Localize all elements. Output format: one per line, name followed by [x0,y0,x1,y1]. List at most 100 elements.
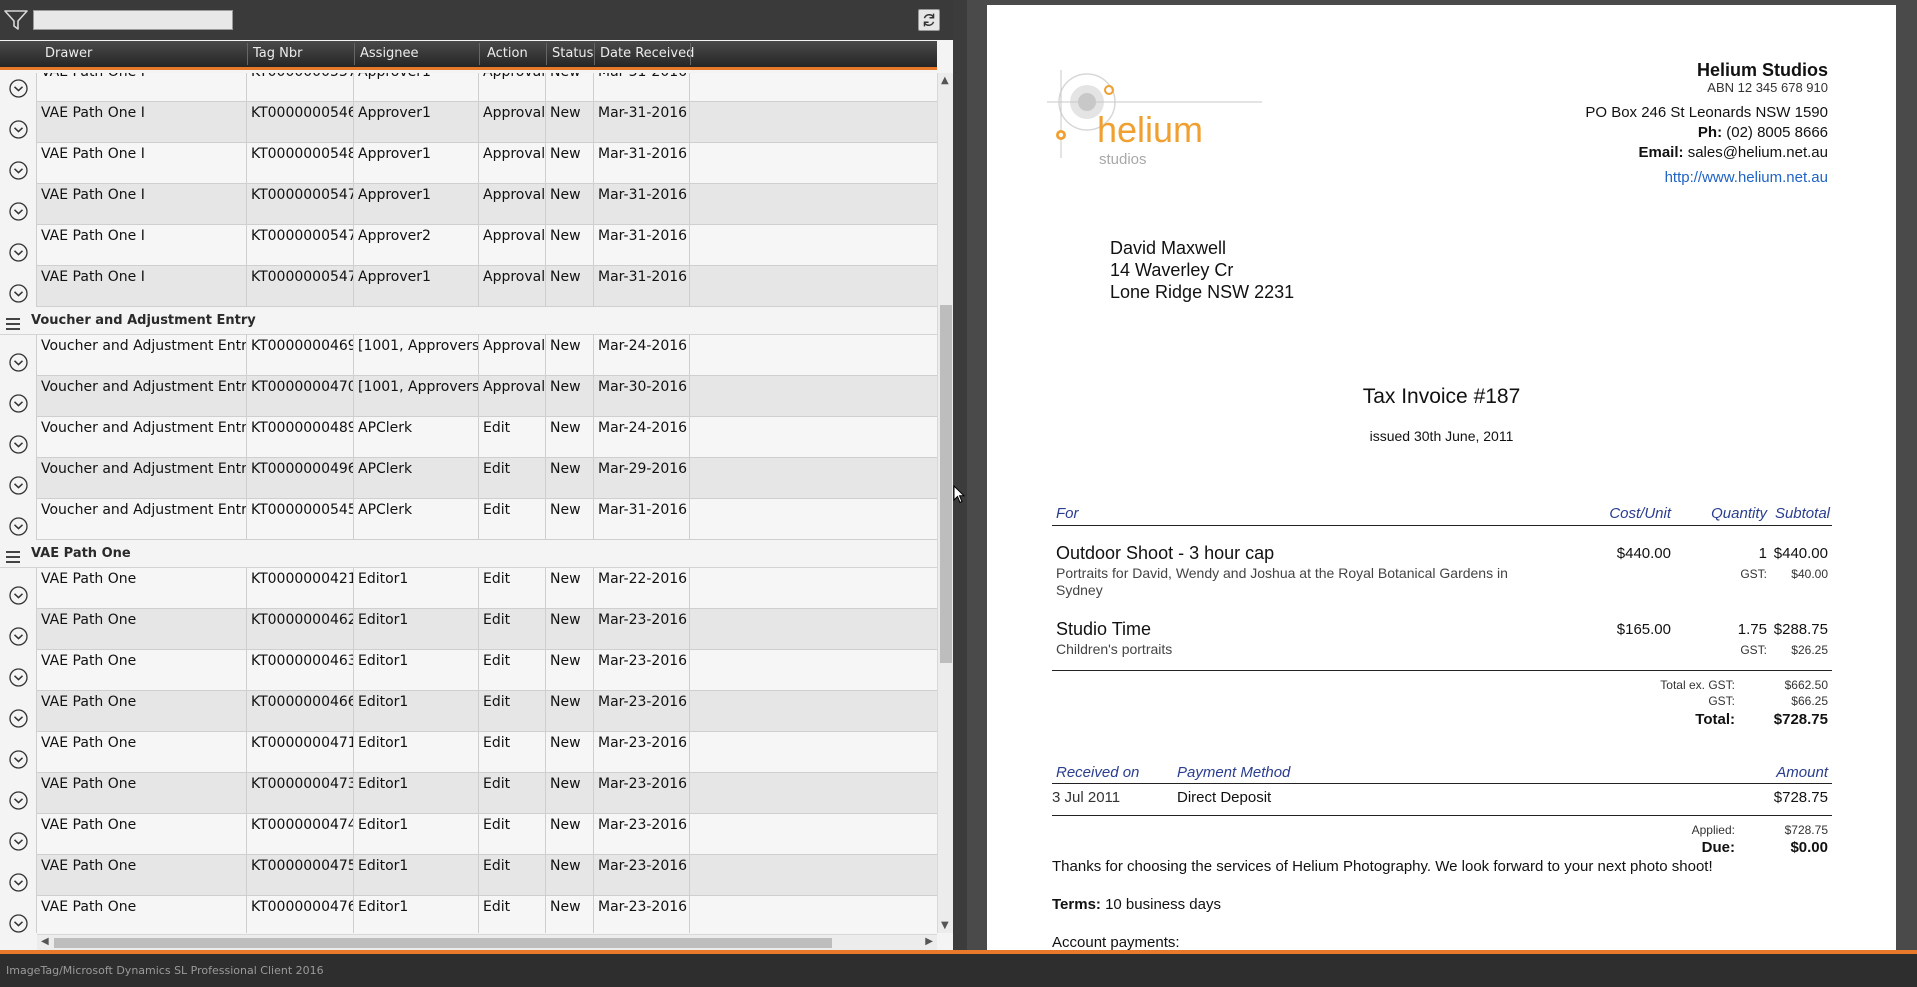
column-header-drawer[interactable]: Drawer [45,41,92,67]
row-handle[interactable] [0,225,37,266]
row-handle[interactable] [0,143,37,184]
scroll-up-icon[interactable]: ▲ [941,75,949,86]
filter-input[interactable] [33,10,233,30]
row-handle[interactable] [0,184,37,225]
expand-row-icon[interactable] [9,832,28,851]
table-row[interactable]: Voucher and Adjustment Entry KT0000000469… [0,335,937,376]
cell-tag-nbr: KT0000000547 [247,266,354,306]
group-header-row[interactable]: VAE Path One [0,540,937,568]
table-row[interactable]: VAE Path One KT0000000474 Editor1 Edit New Ma… [0,814,937,855]
expand-row-icon[interactable] [9,750,28,769]
expand-row-icon[interactable] [9,517,28,536]
column-header-status[interactable]: Status [552,41,593,67]
expand-row-icon[interactable] [9,709,28,728]
table-row[interactable]: VAE Path One KT0000000473 Editor1 Edit New Ma… [0,773,937,814]
scroll-down-icon[interactable]: ▼ [941,920,949,931]
row-handle[interactable] [0,73,37,102]
expand-row-icon[interactable] [9,243,28,262]
table-row[interactable]: VAE Path One I KT0000000547 Approver1 Appro… [0,266,937,307]
row-handle[interactable] [0,609,37,650]
row-handle[interactable] [0,458,37,499]
expand-row-icon[interactable] [9,476,28,495]
table-row[interactable]: VAE Path One KT0000000471 Editor1 Edit New Ma… [0,732,937,773]
table-row[interactable]: VAE Path One I KT0000000547 Approver2 Appro… [0,225,937,266]
table-row[interactable]: VAE Path One KT0000000462 Editor1 Edit New Ma… [0,609,937,650]
row-handle[interactable] [0,814,37,855]
cell-tag-nbr: KT0000000466 [247,691,354,731]
row-handle[interactable] [0,732,37,773]
column-header-action[interactable]: Action [487,41,528,67]
table-row[interactable]: VAE Path One I KT0000000547 Approver1 Appro… [0,184,937,225]
row-handle[interactable] [0,376,37,417]
cell-action: Approval [479,376,546,416]
cell-status: New [546,458,594,498]
row-handle[interactable] [0,691,37,732]
filter-icon[interactable] [4,9,28,31]
expand-row-icon[interactable] [9,120,28,139]
vertical-scrollbar[interactable]: ▲ ▼ [937,73,953,933]
expand-row-icon[interactable] [9,668,28,687]
cell-drawer: VAE Path One I [37,184,247,224]
vertical-scroll-thumb[interactable] [940,305,952,663]
payment-date: 3 Jul 2011 [1052,789,1121,806]
table-row[interactable]: Voucher and Adjustment Entry KT0000000489… [0,417,937,458]
expand-row-icon[interactable] [9,791,28,810]
row-handle[interactable] [0,499,37,540]
expand-row-icon[interactable] [9,353,28,372]
group-label: Voucher and Adjustment Entry [31,313,256,328]
column-header-assignee[interactable]: Assignee [360,41,419,67]
expand-row-icon[interactable] [9,202,28,221]
cell-status: New [546,650,594,690]
table-row[interactable]: VAE Path One IKT0000000537Approver1Appro… [0,73,937,102]
expand-row-icon[interactable] [9,586,28,605]
horizontal-scroll-thumb[interactable] [54,938,832,948]
cell-drawer: VAE Path One I [37,266,247,306]
table-row[interactable]: VAE Path One KT0000000476 Editor1 Edit New Ma… [0,896,937,933]
table-row[interactable]: Voucher and Adjustment Entry KT0000000545… [0,499,937,540]
group-header-row[interactable]: Voucher and Adjustment Entry [0,307,937,335]
company-website-link[interactable]: http://www.helium.net.au [1665,169,1828,186]
expand-row-icon[interactable] [9,161,28,180]
cell-tag-nbr: KT0000000476 [247,896,354,933]
expand-row-icon[interactable] [9,627,28,646]
table-row[interactable]: VAE Path One KT0000000475 Editor1 Edit New Ma… [0,855,937,896]
row-handle[interactable] [0,335,37,376]
cell-tag-nbr: KT0000000474 [247,814,354,854]
row-handle[interactable] [0,650,37,691]
table-row[interactable]: Voucher and Adjustment Entry KT0000000470… [0,376,937,417]
column-header-date-received[interactable]: Date Received [600,41,694,67]
row-handle[interactable] [0,896,37,933]
table-row[interactable]: VAE Path One KT0000000421 Editor1 Edit New Ma… [0,568,937,609]
cell-action: Approval [479,102,546,142]
table-row[interactable]: VAE Path One I KT0000000546 Approver1 Appro… [0,102,937,143]
cell-date-received: Mar-23-2016 [594,732,690,772]
cell-action: Edit [479,855,546,895]
table-row[interactable]: Voucher and Adjustment Entry KT0000000496… [0,458,937,499]
horizontal-scrollbar[interactable]: ◀ ▶ [37,934,937,950]
item-quantity: 1.75 [1737,621,1767,638]
expand-row-icon[interactable] [9,284,28,303]
refresh-icon[interactable] [918,9,940,31]
row-handle[interactable] [0,773,37,814]
row-handle[interactable] [0,417,37,458]
row-handle[interactable] [0,855,37,896]
cell-status: New [546,773,594,813]
expand-row-icon[interactable] [9,79,28,98]
scroll-left-icon[interactable]: ◀ [41,936,49,947]
expand-row-icon[interactable] [9,435,28,454]
expand-row-icon[interactable] [9,914,28,933]
row-handle[interactable] [0,568,37,609]
mouse-cursor-icon [953,485,965,504]
scroll-right-icon[interactable]: ▶ [925,936,933,947]
column-header-tag-nbr[interactable]: Tag Nbr [253,41,302,67]
row-handle[interactable] [0,102,37,143]
cell-tag-nbr: KT0000000496 [247,458,354,498]
expand-row-icon[interactable] [9,873,28,892]
expand-row-icon[interactable] [9,394,28,413]
table-row[interactable]: VAE Path One KT0000000463 Editor1 Edit New Ma… [0,650,937,691]
table-row[interactable]: VAE Path One I KT0000000548 Approver1 Appro… [0,143,937,184]
table-row[interactable]: VAE Path One KT0000000466 Editor1 Edit New Ma… [0,691,937,732]
row-handle[interactable] [0,266,37,307]
pane-splitter[interactable] [953,0,967,950]
cell-status: New [546,417,594,457]
